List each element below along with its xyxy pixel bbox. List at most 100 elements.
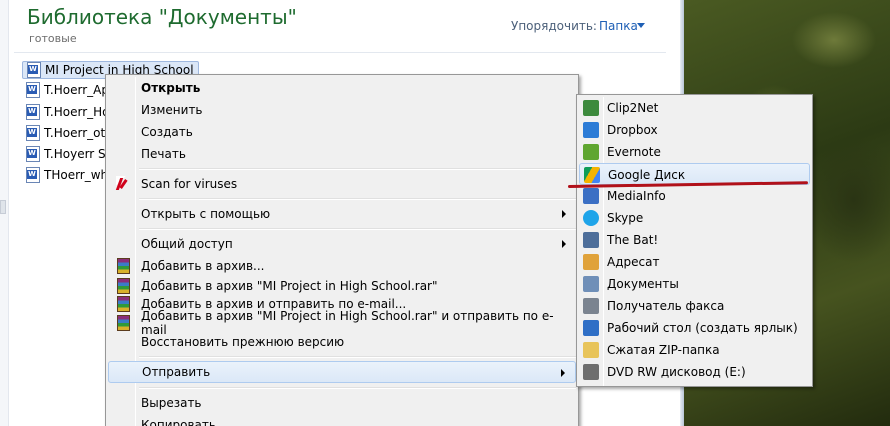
send-to-dropbox[interactable]: Dropbox — [579, 119, 810, 141]
menu-item-open-with[interactable]: Открыть с помощью — [108, 203, 576, 225]
clip2net-icon — [583, 100, 599, 116]
kaspersky-icon — [116, 176, 132, 192]
menu-item-label: Документы — [607, 277, 679, 291]
file-item[interactable]: THoerr_wh — [26, 166, 108, 184]
menu-item-label: Открыть с помощью — [141, 207, 271, 221]
menu-item-label: Общий доступ — [141, 237, 233, 251]
evernote-icon — [583, 144, 599, 160]
zip-folder-icon — [583, 342, 599, 358]
menu-separator — [139, 356, 576, 358]
thebat-icon — [583, 232, 599, 248]
menu-item-label: Dropbox — [607, 123, 658, 137]
menu-item-label: Изменить — [141, 103, 203, 117]
arrange-by-label: Упорядочить: — [511, 19, 597, 33]
menu-item-new[interactable]: Создать — [108, 121, 576, 143]
send-to-submenu: Clip2Net Dropbox Evernote Google Диск Me… — [576, 94, 813, 387]
menu-item-edit[interactable]: Изменить — [108, 99, 576, 121]
fax-icon — [583, 298, 599, 314]
word-document-icon — [26, 82, 40, 98]
menu-item-label: Открыть — [141, 81, 201, 95]
mail-recipient-icon — [583, 254, 599, 270]
library-status: готовые — [29, 32, 77, 45]
file-name: T.Hoerr_ot — [44, 126, 106, 140]
menu-item-add-to-archive[interactable]: Добавить в архив... — [108, 255, 576, 277]
menu-item-label: Создать — [141, 125, 193, 139]
menu-item-label: DVD RW дисковод (E:) — [607, 365, 746, 379]
word-document-icon — [26, 167, 40, 183]
menu-item-label: Адресат — [607, 255, 660, 269]
skype-icon — [583, 210, 599, 226]
menu-separator — [139, 228, 576, 230]
menu-item-cut[interactable]: Вырезать — [108, 392, 576, 414]
submenu-arrow-icon — [561, 369, 565, 377]
menu-item-scan-for-viruses[interactable]: Scan for viruses — [108, 173, 576, 195]
file-item[interactable]: T.Hoerr_Ap — [26, 81, 109, 99]
word-document-icon — [26, 104, 40, 120]
menu-separator — [139, 198, 576, 200]
menu-item-label: Получатель факса — [607, 299, 725, 313]
menu-item-label: Google Диск — [608, 168, 686, 182]
send-to-dvd-drive[interactable]: DVD RW дисковод (E:) — [579, 361, 810, 383]
menu-item-label: MediaInfo — [607, 189, 666, 203]
send-to-the-bat[interactable]: The Bat! — [579, 229, 810, 251]
menu-item-sharing[interactable]: Общий доступ — [108, 233, 576, 255]
menu-item-label: Рабочий стол (создать ярлык) — [607, 321, 798, 335]
menu-item-label: Сжатая ZIP-папка — [607, 343, 720, 357]
word-document-icon — [26, 146, 40, 162]
send-to-mail-recipient[interactable]: Адресат — [579, 251, 810, 273]
send-to-fax-recipient[interactable]: Получатель факса — [579, 295, 810, 317]
menu-item-print[interactable]: Печать — [108, 143, 576, 165]
arrange-by-dropdown[interactable]: Папка — [599, 19, 638, 33]
file-name: T.Hoyerr Sc — [44, 147, 113, 161]
documents-icon — [583, 276, 599, 292]
dropbox-icon — [583, 122, 599, 138]
word-document-icon — [26, 125, 40, 141]
send-to-clip2net[interactable]: Clip2Net — [579, 97, 810, 119]
menu-item-restore-previous-versions[interactable]: Восстановить прежнюю версию — [108, 331, 576, 353]
file-name: T.Hoerr_Ap — [44, 83, 109, 97]
file-item[interactable]: T.Hoyerr Sc — [26, 145, 112, 163]
file-item[interactable]: T.Hoerr_Ho — [26, 103, 110, 121]
submenu-arrow-icon — [562, 210, 566, 218]
context-menu: Открыть Изменить Создать Печать Scan for… — [105, 74, 579, 426]
chevron-down-icon[interactable] — [637, 23, 645, 28]
menu-item-label: Evernote — [607, 145, 661, 159]
menu-item-label: Копировать — [141, 418, 216, 426]
menu-item-label: Skype — [607, 211, 644, 225]
file-item[interactable]: T.Hoerr_ot — [26, 124, 105, 142]
file-name: T.Hoerr_Ho — [44, 105, 110, 119]
winrar-icon — [117, 258, 130, 274]
menu-item-copy[interactable]: Копировать — [108, 414, 576, 426]
dvd-drive-icon — [583, 364, 599, 380]
menu-item-label: Добавить в архив... — [141, 259, 265, 273]
winrar-icon — [117, 278, 130, 294]
send-to-desktop-shortcut[interactable]: Рабочий стол (создать ярлык) — [579, 317, 810, 339]
mediainfo-icon — [583, 188, 599, 204]
send-to-mediainfo[interactable]: MediaInfo — [579, 185, 810, 207]
desktop-icon — [583, 320, 599, 336]
menu-item-label: Clip2Net — [607, 101, 659, 115]
submenu-arrow-icon — [562, 240, 566, 248]
menu-separator — [139, 387, 576, 389]
send-to-zip-folder[interactable]: Сжатая ZIP-папка — [579, 339, 810, 361]
pane-resize-handle[interactable] — [0, 200, 6, 214]
menu-item-label: Восстановить прежнюю версию — [141, 335, 345, 349]
menu-item-label: Отправить — [142, 365, 211, 379]
menu-item-open[interactable]: Открыть — [108, 77, 576, 99]
menu-item-label: Scan for viruses — [141, 177, 238, 191]
send-to-evernote[interactable]: Evernote — [579, 141, 810, 163]
send-to-documents[interactable]: Документы — [579, 273, 810, 295]
menu-item-label: The Bat! — [607, 233, 659, 247]
send-to-skype[interactable]: Skype — [579, 207, 810, 229]
winrar-icon — [117, 296, 130, 312]
header-divider — [14, 52, 666, 53]
menu-item-send-to[interactable]: Отправить — [108, 361, 576, 383]
winrar-icon — [117, 315, 130, 331]
file-name: THoerr_wh — [44, 168, 109, 182]
menu-separator — [139, 168, 576, 170]
menu-item-label: Добавить в архив "MI Project in High Sch… — [141, 279, 438, 293]
library-title: Библиотека "Документы" — [27, 5, 297, 29]
menu-item-label: Вырезать — [141, 396, 202, 410]
google-drive-icon — [584, 167, 600, 183]
menu-item-label: Печать — [141, 147, 186, 161]
